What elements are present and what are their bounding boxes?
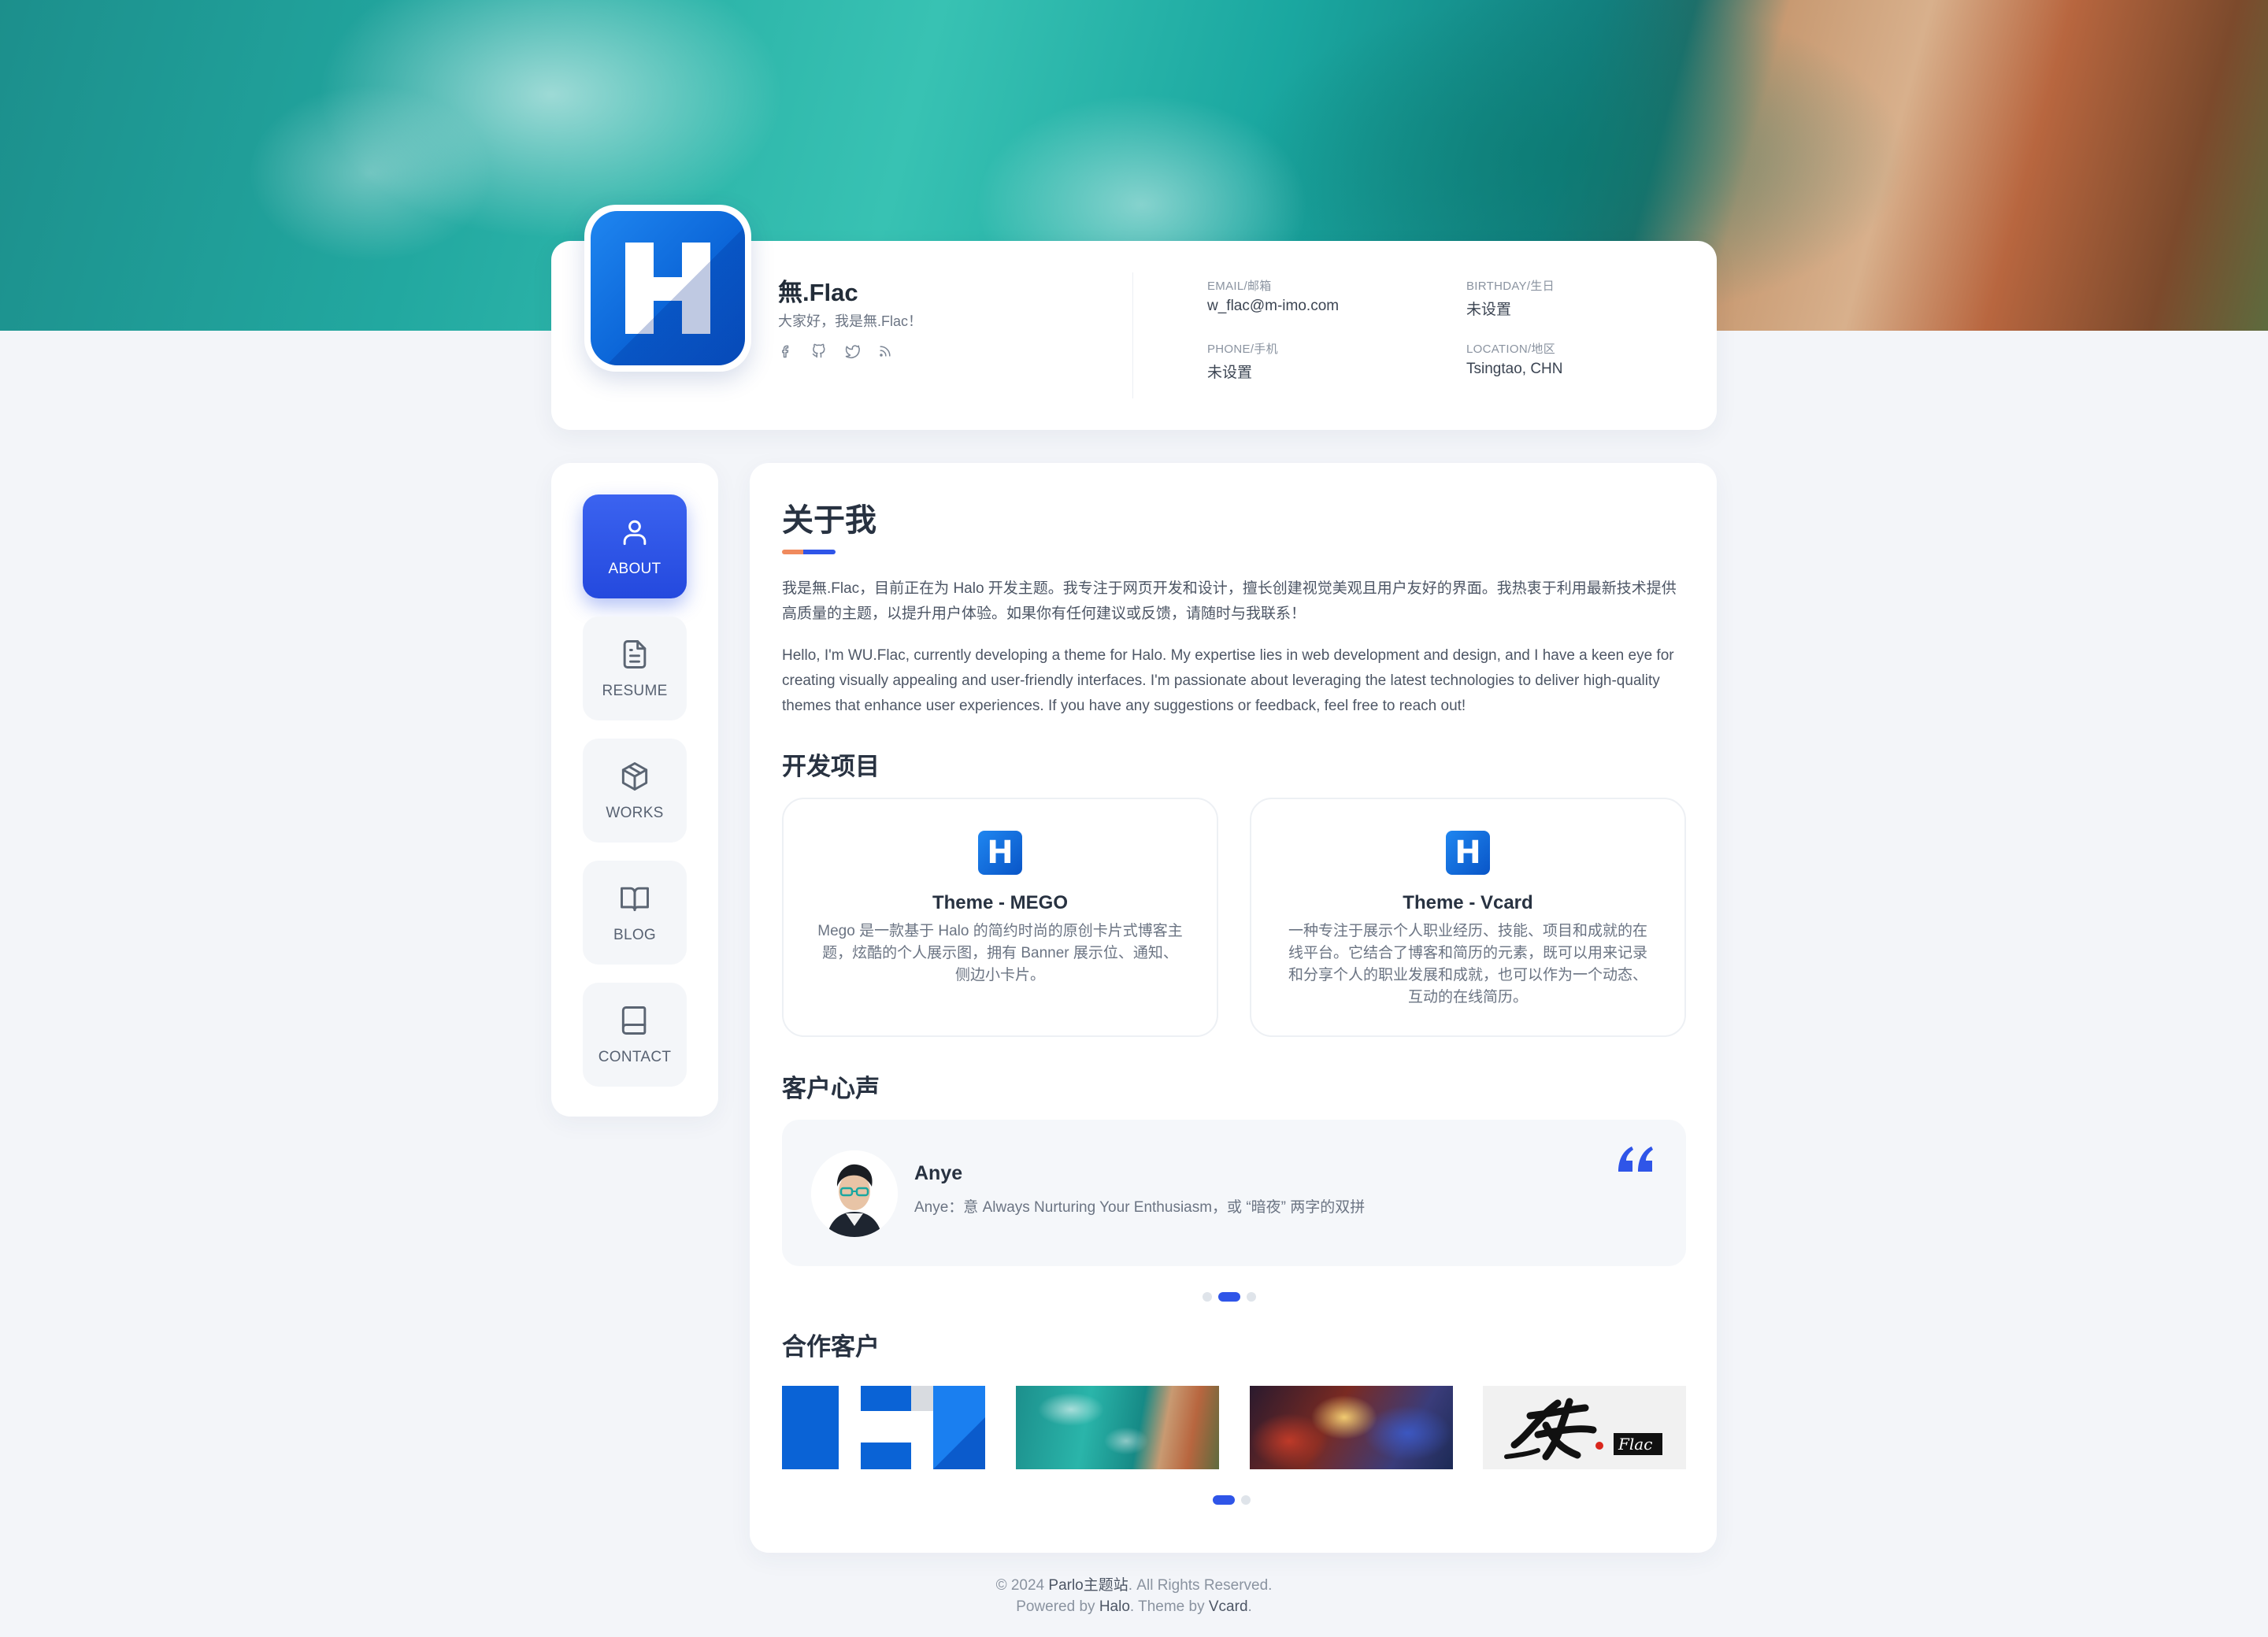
nav-item-blog[interactable]: BLOG bbox=[583, 861, 687, 965]
client-logo-flac[interactable]: Flac bbox=[1483, 1386, 1686, 1469]
project-title: Theme - Vcard bbox=[1403, 892, 1533, 913]
facebook-icon[interactable] bbox=[778, 343, 794, 359]
profile-name: 無.Flac bbox=[778, 279, 858, 306]
profile-avatar bbox=[584, 205, 751, 372]
birthday-label: BIRTHDAY/生日 bbox=[1466, 280, 1555, 293]
halo-h-logo bbox=[591, 211, 745, 365]
footer-theme-prefix: . Theme by bbox=[1129, 1598, 1205, 1615]
projects-title: 开发项目 bbox=[782, 753, 880, 780]
social-links bbox=[778, 343, 893, 359]
profile-divider bbox=[1132, 272, 1133, 398]
nav-item-label: RESUME bbox=[602, 683, 668, 699]
location-value: Tsingtao, CHN bbox=[1466, 361, 1563, 377]
halo-h-logo: H bbox=[1446, 831, 1490, 875]
github-icon[interactable] bbox=[811, 343, 827, 359]
phone-value: 未设置 bbox=[1207, 365, 1253, 381]
person-portrait-icon bbox=[811, 1150, 898, 1237]
twitter-icon[interactable] bbox=[844, 343, 860, 359]
footer-halo-link[interactable]: Halo bbox=[1099, 1598, 1130, 1615]
user-icon bbox=[623, 520, 647, 546]
profile-tagline: 大家好，我是無.Flac！ bbox=[778, 313, 923, 329]
project-description: 一种专注于展示个人职业经历、技能、项目和成就的在线平台。它结合了博客和简历的元素… bbox=[1288, 923, 1647, 1006]
footer-end: . bbox=[1247, 1598, 1252, 1615]
flac-logo-text: Flac bbox=[1618, 1435, 1653, 1454]
nav-item-label: ABOUT bbox=[608, 561, 662, 577]
email-label: EMAIL/邮箱 bbox=[1207, 280, 1272, 293]
testimonial-name: Anye bbox=[914, 1162, 963, 1184]
clients-title: 合作客户 bbox=[782, 1333, 880, 1361]
pagination-dot-active[interactable] bbox=[1213, 1495, 1235, 1505]
pagination-dot[interactable] bbox=[1203, 1292, 1212, 1302]
project-title: Theme - MEGO bbox=[932, 892, 1069, 913]
nav-item-label: WORKS bbox=[606, 805, 664, 821]
nav-item-works[interactable]: WORKS bbox=[583, 739, 687, 843]
nav-item-resume[interactable]: RESUME bbox=[583, 617, 687, 720]
nav-item-contact[interactable]: CONTACT bbox=[583, 983, 687, 1087]
testimonials-title: 客户心声 bbox=[782, 1075, 880, 1102]
testimonial-card bbox=[782, 1120, 1686, 1266]
pagination-dot[interactable] bbox=[1247, 1292, 1256, 1302]
document-icon bbox=[623, 640, 647, 669]
client-logo-nebula[interactable] bbox=[1250, 1386, 1453, 1469]
project-card-mego[interactable]: H Theme - MEGO Mego 是一款基于 Halo 的简约时尚的原创卡… bbox=[782, 798, 1218, 1037]
birthday-value: 未设置 bbox=[1466, 302, 1512, 318]
clients-pagination bbox=[1213, 1495, 1251, 1505]
client-logo-halo[interactable] bbox=[782, 1386, 985, 1469]
rss-icon[interactable] bbox=[877, 343, 893, 359]
footer-powered-prefix: Powered by bbox=[1016, 1598, 1095, 1615]
nav-item-label: CONTACT bbox=[598, 1049, 672, 1065]
footer-vcard-link[interactable]: Vcard bbox=[1209, 1598, 1248, 1615]
about-title: 关于我 bbox=[782, 503, 876, 538]
footer-site-link[interactable]: Parlo主题站 bbox=[1048, 1577, 1128, 1594]
about-paragraph-en: Hello, I'm WU.Flac, currently developing… bbox=[782, 647, 1674, 714]
book-open-icon bbox=[621, 887, 649, 912]
phone-label: PHONE/手机 bbox=[1207, 343, 1278, 356]
email-value[interactable]: w_flac@m-imo.com bbox=[1207, 298, 1339, 315]
halo-h-logo: H bbox=[978, 831, 1022, 875]
client-logo-ocean[interactable] bbox=[1016, 1386, 1219, 1469]
testimonial-avatar bbox=[811, 1150, 898, 1237]
footer-rights: . All Rights Reserved. bbox=[1128, 1577, 1273, 1594]
title-underline bbox=[782, 550, 836, 554]
footer-copyright-prefix: © 2024 bbox=[995, 1577, 1045, 1594]
nav-item-about[interactable]: ABOUT bbox=[583, 494, 687, 598]
about-paragraph-cn: 我是無.Flac，目前正在为 Halo 开发主题。我专注于网页开发和设计，擅长创… bbox=[782, 580, 1677, 622]
pagination-dot-active[interactable] bbox=[1218, 1292, 1240, 1302]
pagination-dot[interactable] bbox=[1241, 1495, 1251, 1505]
box-icon bbox=[621, 762, 648, 791]
location-label: LOCATION/地区 bbox=[1466, 343, 1556, 356]
nav-item-label: BLOG bbox=[613, 927, 656, 943]
testimonial-text: Anye：意 Always Nurturing Your Enthusiasm，… bbox=[914, 1199, 1366, 1216]
quote-icon bbox=[1618, 1146, 1653, 1172]
testimonial-pagination bbox=[1203, 1292, 1256, 1302]
footer-powered: Powered by Halo. Theme by Vcard. bbox=[0, 1598, 2268, 1616]
notebook-icon bbox=[621, 1006, 647, 1035]
project-description: Mego 是一款基于 Halo 的简约时尚的原创卡片式博客主题，炫酷的个人展示图… bbox=[817, 923, 1183, 983]
footer-copyright: © 2024 Parlo主题站. All Rights Reserved. bbox=[0, 1573, 2268, 1594]
project-card-vcard[interactable]: H Theme - Vcard 一种专注于展示个人职业经历、技能、项目和成就的在… bbox=[1250, 798, 1686, 1037]
